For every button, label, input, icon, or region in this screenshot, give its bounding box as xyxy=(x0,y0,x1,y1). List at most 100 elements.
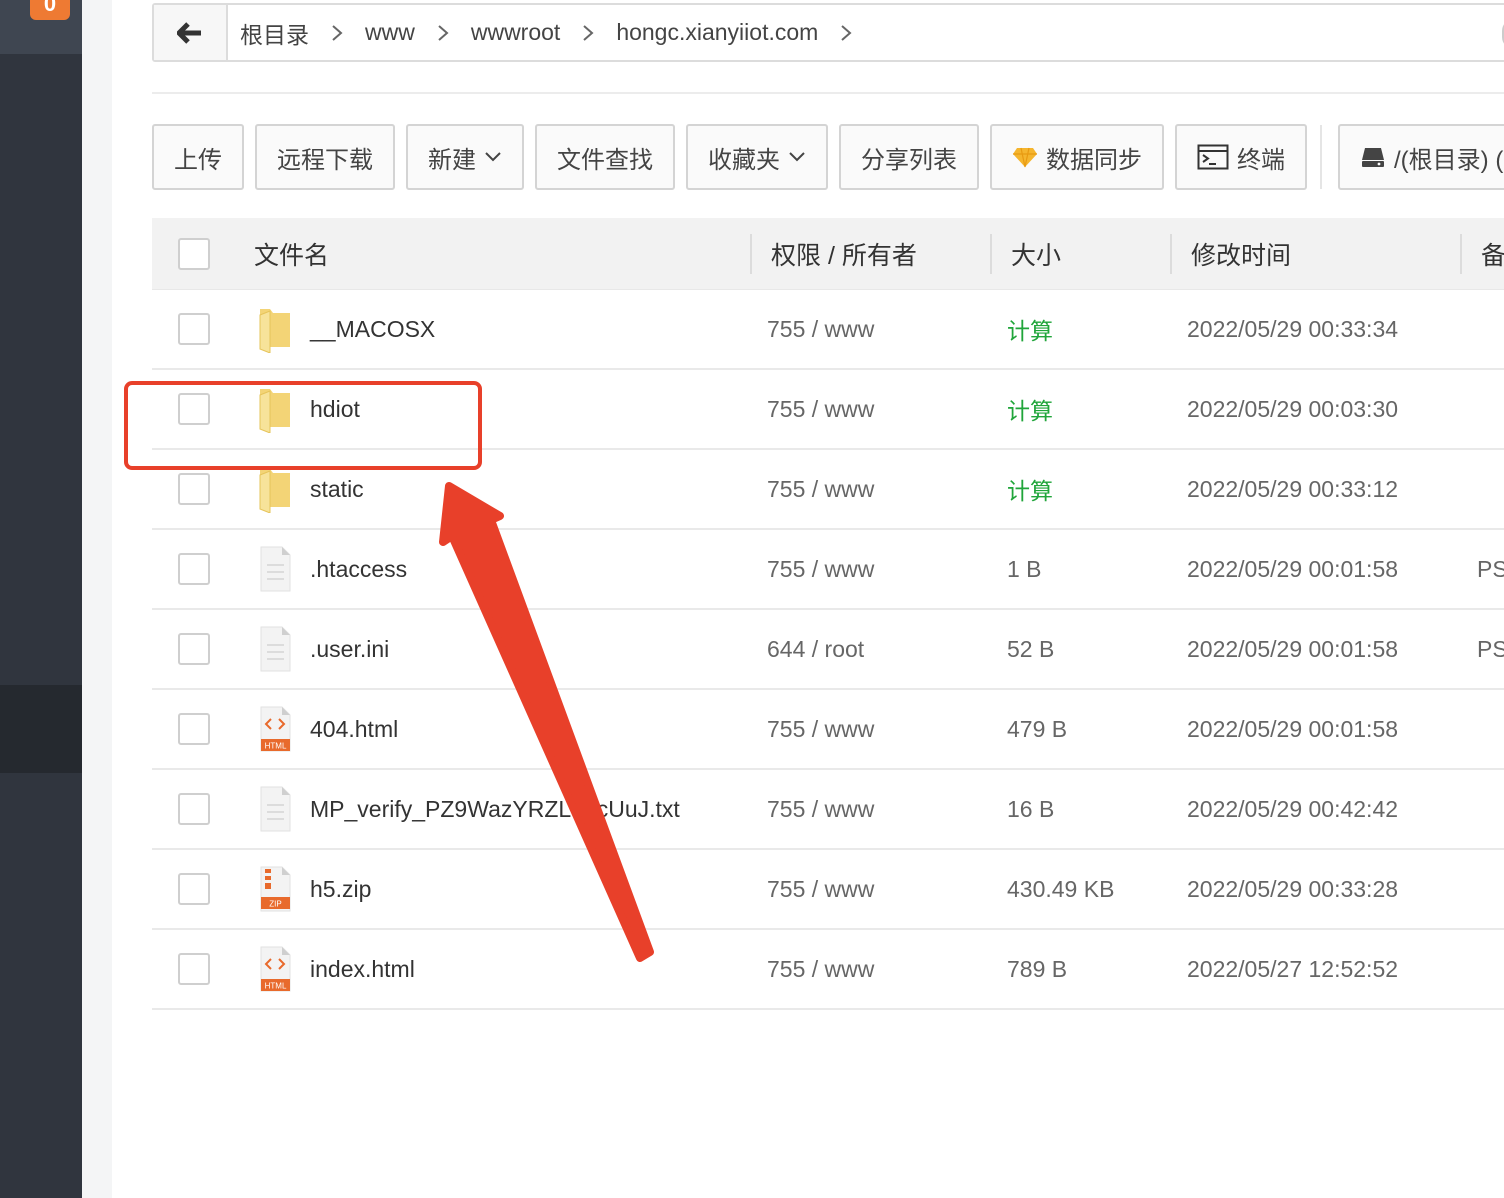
folder-icon xyxy=(259,469,290,513)
chevron-down-icon xyxy=(788,151,806,163)
file-name[interactable]: static xyxy=(310,476,364,503)
column-header-permission[interactable]: 权限 / 所有者 xyxy=(771,236,917,272)
divider xyxy=(152,92,1504,94)
hard-drive-icon xyxy=(1360,146,1386,168)
file-search-button[interactable]: 文件查找 xyxy=(535,124,675,190)
table-row[interactable]: __MACOSX 755 / www 计算 2022/05/29 00:33:34 xyxy=(152,290,1504,370)
row-checkbox[interactable] xyxy=(178,393,210,425)
row-checkbox[interactable] xyxy=(178,953,210,985)
file-name[interactable]: .user.ini xyxy=(310,636,389,663)
file-name[interactable]: __MACOSX xyxy=(310,316,435,343)
row-checkbox[interactable] xyxy=(178,553,210,585)
favorites-dropdown-button[interactable]: 收藏夹 xyxy=(686,124,828,190)
select-all-checkbox[interactable] xyxy=(178,237,210,270)
notification-badge[interactable]: 0 xyxy=(30,0,70,20)
upload-button[interactable]: 上传 xyxy=(152,124,244,190)
terminal-icon xyxy=(1197,144,1229,170)
table-row[interactable]: .htaccess 755 / www 1 B 2022/05/29 00:01:58… xyxy=(152,530,1504,610)
text-file-icon xyxy=(260,786,291,832)
row-checkbox[interactable] xyxy=(178,473,210,505)
new-dropdown-button[interactable]: 新建 xyxy=(406,124,524,190)
file-size[interactable]: 计算 xyxy=(1007,312,1053,346)
file-permission[interactable]: 755 / www xyxy=(767,396,874,423)
breadcrumb-item-www[interactable]: www xyxy=(365,19,423,46)
file-name[interactable]: MP_verify_PZ9WazYRZL62cUuJ.txt xyxy=(310,796,680,823)
breadcrumb-item-wwwroot[interactable]: wwwroot xyxy=(471,19,568,46)
column-divider xyxy=(750,234,752,274)
back-button[interactable] xyxy=(154,5,228,60)
file-mtime: 2022/05/29 00:33:28 xyxy=(1187,875,1399,902)
file-name[interactable]: .htaccess xyxy=(310,556,407,583)
data-sync-label: 数据同步 xyxy=(1046,146,1142,174)
file-name[interactable]: hdiot xyxy=(310,396,360,423)
row-checkbox[interactable] xyxy=(178,313,210,345)
file-name[interactable]: 404.html xyxy=(310,716,398,743)
svg-text:HTML: HTML xyxy=(265,742,287,751)
row-checkbox[interactable] xyxy=(178,713,210,745)
column-divider xyxy=(1460,234,1462,274)
toolbar-separator xyxy=(1320,125,1322,189)
text-file-icon xyxy=(260,626,291,672)
file-permission[interactable]: 755 / www xyxy=(767,556,874,583)
favorites-label: 收藏夹 xyxy=(708,146,780,174)
file-permission[interactable]: 755 / www xyxy=(767,956,874,983)
table-row[interactable]: ZIP h5.zip 755 / www 430.49 KB 2022/05/29 00… xyxy=(152,850,1504,930)
file-permission[interactable]: 755 / www xyxy=(767,476,874,503)
file-permission[interactable]: 755 / www xyxy=(767,316,874,343)
row-checkbox[interactable] xyxy=(178,873,210,905)
table-row[interactable]: HTML index.html 755 / www 789 B 2022/05/27 1… xyxy=(152,930,1504,1010)
table-row[interactable]: .user.ini 644 / root 52 B 2022/05/29 00:01:… xyxy=(152,610,1504,690)
breadcrumb-item-root[interactable]: 根目录 xyxy=(240,16,317,50)
file-name[interactable]: h5.zip xyxy=(310,876,371,903)
table-row[interactable]: HTML 404.html 755 / www 479 B 2022/05/29 00:… xyxy=(152,690,1504,770)
diamond-icon xyxy=(1012,146,1038,168)
row-checkbox[interactable] xyxy=(178,793,210,825)
column-header-name[interactable]: 文件名 xyxy=(254,236,329,272)
arrow-left-icon xyxy=(177,21,201,44)
content-gutter xyxy=(82,0,112,1198)
table-row[interactable]: static 755 / www 计算 2022/05/29 00:33:12 xyxy=(152,450,1504,530)
chevron-down-icon xyxy=(484,151,502,163)
share-list-button[interactable]: 分享列表 xyxy=(839,124,979,190)
remote-download-button[interactable]: 远程下载 xyxy=(255,124,395,190)
file-mtime: 2022/05/27 12:52:52 xyxy=(1187,955,1399,982)
file-permission[interactable]: 755 / www xyxy=(767,796,874,823)
data-sync-button[interactable]: 数据同步 xyxy=(990,124,1164,190)
column-header-mtime[interactable]: 修改时间 xyxy=(1191,236,1291,272)
breadcrumb: 根目录 www wwwroot hongc.xianyiiot.com xyxy=(228,16,874,50)
file-note[interactable]: PS xyxy=(1477,556,1504,583)
column-header-size[interactable]: 大小 xyxy=(1011,236,1061,272)
sidebar-item-files-active[interactable] xyxy=(0,685,82,773)
disk-select-button[interactable]: /(根目录) ( xyxy=(1338,124,1504,190)
row-checkbox[interactable] xyxy=(178,633,210,665)
file-size: 16 B xyxy=(1007,795,1055,822)
column-divider xyxy=(1170,234,1172,274)
svg-text:ZIP: ZIP xyxy=(269,900,281,909)
file-size: 430.49 KB xyxy=(1007,875,1115,902)
file-permission[interactable]: 755 / www xyxy=(767,876,874,903)
svg-text:HTML: HTML xyxy=(265,982,287,991)
file-permission[interactable]: 755 / www xyxy=(767,716,874,743)
file-mtime: 2022/05/29 00:42:42 xyxy=(1187,795,1399,822)
file-manager: 根目录 www wwwroot hongc.xianyiiot.com 上传 远… xyxy=(112,0,1504,1198)
file-table: 文件名 权限 / 所有者 大小 修改时间 备 __MACOSX 755 / www… xyxy=(152,218,1504,1010)
file-size[interactable]: 计算 xyxy=(1007,472,1053,506)
file-permission[interactable]: 644 / root xyxy=(767,636,864,663)
file-name[interactable]: index.html xyxy=(310,956,415,983)
folder-icon xyxy=(259,389,290,433)
zip-file-icon: ZIP xyxy=(260,866,291,912)
file-note[interactable]: PS xyxy=(1477,636,1504,663)
new-label: 新建 xyxy=(428,146,476,174)
table-row[interactable]: MP_verify_PZ9WazYRZL62cUuJ.txt 755 / www 1… xyxy=(152,770,1504,850)
column-header-note[interactable]: 备 xyxy=(1481,236,1504,272)
table-body: __MACOSX 755 / www 计算 2022/05/29 00:33:34 hd… xyxy=(152,290,1504,1010)
table-row[interactable]: hdiot 755 / www 计算 2022/05/29 00:03:30 xyxy=(152,370,1504,450)
folder-icon xyxy=(259,309,290,353)
terminal-label: 终端 xyxy=(1237,146,1285,174)
breadcrumb-item-site[interactable]: hongc.xianyiiot.com xyxy=(616,19,826,46)
file-size[interactable]: 计算 xyxy=(1007,392,1053,426)
chevron-right-icon xyxy=(437,24,449,42)
terminal-button[interactable]: 终端 xyxy=(1175,124,1307,190)
file-mtime: 2022/05/29 00:01:58 xyxy=(1187,635,1399,662)
file-size: 52 B xyxy=(1007,635,1055,662)
